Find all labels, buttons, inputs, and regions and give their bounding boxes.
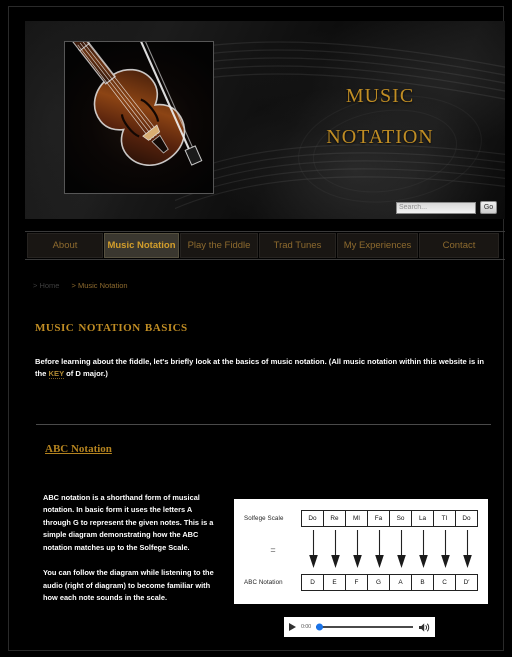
site-title: Music Notation — [265, 73, 495, 155]
breadcrumb-home[interactable]: > Home — [33, 281, 59, 290]
search-input[interactable] — [396, 201, 476, 214]
down-arrow-icon — [346, 530, 368, 570]
violin-image — [65, 42, 213, 193]
breadcrumb: > Home > Music Notation — [33, 281, 128, 290]
page-title: Music Notation Basics — [35, 319, 188, 335]
play-icon[interactable] — [289, 623, 296, 631]
site-title-line-2: Notation — [326, 118, 434, 151]
intro-paragraph: Before learning about the fiddle, let's … — [35, 356, 491, 381]
abc-cell: B — [412, 573, 434, 591]
breadcrumb-current[interactable]: > Music Notation — [71, 281, 127, 290]
diagram-solfege-label: Solfege Scale — [244, 514, 284, 522]
nav-divider-bottom — [25, 259, 505, 260]
down-arrow-icon — [324, 530, 346, 570]
intro-text-after: of D major.) — [64, 369, 108, 379]
diagram-arrows-row: = — [244, 529, 478, 571]
main-navigation: About Music Notation Play the Fiddle Tra… — [27, 233, 503, 258]
key-link[interactable]: KEY — [48, 369, 64, 380]
nav-item-music-notation[interactable]: Music Notation — [104, 233, 179, 258]
down-arrow-icon — [456, 530, 478, 570]
abc-cell: D — [302, 573, 324, 591]
diagram-abc-label: ABC Notation — [244, 578, 283, 586]
down-arrow-icon — [368, 530, 390, 570]
abc-notation-link[interactable]: ABC Notation — [45, 443, 112, 455]
diagram-solfege-cells: Do Re MI Fa So La TI Do — [301, 509, 478, 527]
audio-progress-slider[interactable] — [316, 622, 413, 632]
down-arrow-icon — [412, 530, 434, 570]
down-arrow-icon — [390, 530, 412, 570]
abc-cell: G — [368, 573, 390, 591]
violin-photo — [64, 41, 214, 194]
audio-player: 0:00 — [284, 617, 435, 637]
diagram-equals-sign: = — [270, 545, 276, 555]
search-go-button[interactable]: Go — [480, 201, 497, 214]
site-title-line-1: Music — [345, 77, 415, 109]
solfege-cell: Do — [302, 509, 324, 527]
diagram-abc-row: ABC Notation D E F G A B C D′ — [244, 571, 478, 593]
solfege-cell: Fa — [368, 509, 390, 527]
audio-time-display: 0:00 — [301, 624, 312, 630]
abc-cell: C — [434, 573, 456, 591]
nav-item-trad-tunes[interactable]: Trad Tunes — [259, 233, 336, 258]
down-arrow-icon — [302, 530, 324, 570]
audio-progress-knob[interactable] — [316, 623, 324, 631]
solfege-cell: MI — [346, 509, 368, 527]
body-paragraph-2: You can follow the diagram while listeni… — [43, 568, 214, 603]
nav-item-play-the-fiddle[interactable]: Play the Fiddle — [180, 233, 258, 258]
down-arrow-icon — [434, 530, 456, 570]
solfege-cell: Re — [324, 509, 346, 527]
body-text-column: ABC notation is a shorthand form of musi… — [43, 492, 221, 618]
abc-cell: E — [324, 573, 346, 591]
abc-cell: F — [346, 573, 368, 591]
audio-progress-track — [316, 626, 413, 628]
nav-item-about[interactable]: About — [27, 233, 103, 258]
nav-divider-top — [25, 231, 505, 232]
solfege-cell: Do — [456, 509, 478, 527]
volume-icon[interactable] — [418, 622, 430, 633]
page-root: Music Notation Go About Music Notation P… — [0, 0, 512, 657]
site-banner: Music Notation Go — [25, 21, 505, 219]
solfege-cell: So — [390, 509, 412, 527]
search-area: Go — [396, 201, 497, 214]
nav-item-my-experiences[interactable]: My Experiences — [337, 233, 418, 258]
body-paragraph-1: ABC notation is a shorthand form of musi… — [43, 493, 214, 552]
diagram-solfege-row: Solfege Scale Do Re MI Fa So La TI Do — [244, 507, 478, 529]
solfege-cell: TI — [434, 509, 456, 527]
diagram-arrow-group — [302, 530, 478, 570]
site-frame: Music Notation Go About Music Notation P… — [8, 6, 505, 651]
abc-cell: A — [390, 573, 412, 591]
solfege-cell: La — [412, 509, 434, 527]
section-divider — [36, 424, 491, 425]
solfege-abc-diagram: Solfege Scale Do Re MI Fa So La TI Do = — [234, 499, 488, 604]
diagram-abc-cells: D E F G A B C D′ — [301, 573, 478, 591]
nav-item-contact[interactable]: Contact — [419, 233, 499, 258]
abc-cell: D′ — [456, 573, 478, 591]
